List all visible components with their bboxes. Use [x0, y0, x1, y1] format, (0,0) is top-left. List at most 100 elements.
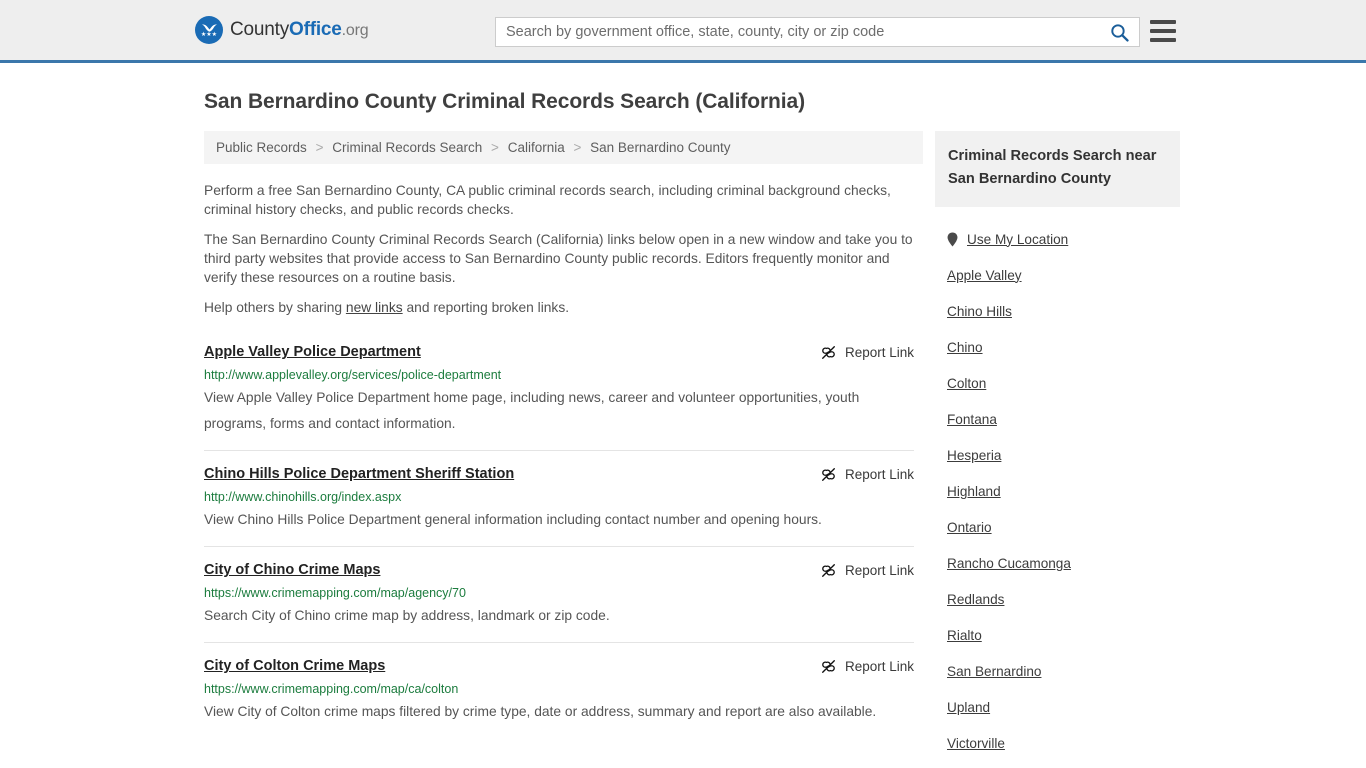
sidebar-item-label: Upland: [947, 699, 991, 715]
page-title: San Bernardino County Criminal Records S…: [204, 90, 805, 113]
listing-description: View Apple Valley Police Department home…: [204, 390, 860, 431]
sidebar-item-city[interactable]: Fontana: [947, 401, 1180, 437]
sidebar-item-label: Redlands: [947, 591, 1005, 607]
broken-link-icon: [821, 660, 835, 673]
sidebar-link-list: Use My Location Apple Valley Chino Hills…: [935, 221, 1180, 761]
broken-link-icon: [821, 468, 835, 481]
sidebar-item-label: Fontana: [947, 411, 997, 427]
sidebar-item-label: Rialto: [947, 627, 982, 643]
listing-title-link[interactable]: Chino Hills Police Department Sheriff St…: [204, 465, 514, 483]
listing-url: https://www.crimemapping.com/map/ca/colt…: [204, 682, 459, 696]
report-link-button[interactable]: Report Link: [820, 465, 914, 483]
map-pin-icon: [947, 232, 958, 246]
listing-header: Apple Valley Police Department Report Li…: [204, 343, 914, 361]
sidebar: Criminal Records Search near San Bernard…: [935, 131, 1180, 761]
site-logo-text: CountyOffice.org: [230, 19, 369, 41]
listing-item: Apple Valley Police Department Report Li…: [204, 329, 914, 450]
breadcrumb: Public Records > Criminal Records Search…: [204, 131, 923, 164]
sidebar-item-city[interactable]: Chino Hills: [947, 293, 1180, 329]
eagle-seal-icon: ★★★: [195, 16, 223, 44]
report-link-label: Report Link: [844, 563, 914, 578]
breadcrumb-separator: >: [573, 140, 582, 155]
report-link-label: Report Link: [844, 659, 914, 674]
hamburger-bar-1: [1150, 20, 1176, 24]
listing-description: View City of Colton crime maps filtered …: [204, 704, 877, 719]
breadcrumb-item-0[interactable]: Public Records: [216, 140, 307, 155]
sidebar-item-city[interactable]: Colton: [947, 365, 1180, 401]
broken-link-icon: [821, 346, 835, 359]
page-body: San Bernardino County Criminal Records S…: [0, 90, 1366, 761]
sidebar-item-label: Ontario: [947, 519, 992, 535]
search-bar: [495, 17, 1140, 47]
sidebar-item-label: Rancho Cucamonga: [947, 555, 1071, 571]
brand-part-org: .org: [341, 22, 369, 39]
sidebar-item-city[interactable]: Chino: [947, 329, 1180, 365]
search-button[interactable]: [1099, 18, 1139, 46]
listing-description: Search City of Chino crime map by addres…: [204, 608, 610, 623]
listing-title-link[interactable]: City of Chino Crime Maps: [204, 561, 380, 579]
sidebar-item-city[interactable]: Victorville: [947, 725, 1180, 761]
sidebar-item-label: Chino Hills: [947, 303, 1012, 319]
listing-header: City of Chino Crime Maps Report Link: [204, 561, 914, 579]
new-links-link[interactable]: new links: [346, 300, 403, 315]
sidebar-item-city[interactable]: Ontario: [947, 509, 1180, 545]
sidebar-item-label: Hesperia: [947, 447, 1002, 463]
breadcrumb-item-2[interactable]: California: [508, 140, 565, 155]
sidebar-item-city[interactable]: Upland: [947, 689, 1180, 725]
brand-part-office: Office: [289, 19, 342, 40]
report-link-button[interactable]: Report Link: [820, 657, 914, 675]
sidebar-item-city[interactable]: Highland: [947, 473, 1180, 509]
broken-link-icon: [821, 564, 835, 577]
search-icon: [1110, 23, 1129, 42]
listing-item: Chino Hills Police Department Sheriff St…: [204, 450, 914, 546]
sidebar-item-city[interactable]: Rancho Cucamonga: [947, 545, 1180, 581]
stars-icon: ★★★: [200, 31, 218, 38]
main-column: Public Records > Criminal Records Search…: [195, 131, 923, 761]
report-link-button[interactable]: Report Link: [820, 561, 914, 579]
sidebar-item-label: Chino: [947, 339, 983, 355]
intro-p3-before: Help others by sharing: [204, 300, 346, 315]
content-columns: Public Records > Criminal Records Search…: [195, 131, 1366, 761]
sidebar-item-city[interactable]: Hesperia: [947, 437, 1180, 473]
sidebar-item-label: Victorville: [947, 735, 1005, 751]
sidebar-item-label: Use My Location: [967, 231, 1069, 247]
hamburger-menu-icon[interactable]: [1150, 20, 1176, 42]
intro-paragraph-2: The San Bernardino County Criminal Recor…: [204, 232, 913, 285]
sidebar-item-use-my-location[interactable]: Use My Location: [947, 221, 1180, 257]
report-link-button[interactable]: Report Link: [820, 343, 914, 361]
listing-header: Chino Hills Police Department Sheriff St…: [204, 465, 914, 483]
sidebar-item-label: Colton: [947, 375, 987, 391]
listing-item: City of Colton Crime Maps Report Link ht…: [204, 642, 914, 738]
listing-url: https://www.crimemapping.com/map/agency/…: [204, 586, 466, 600]
hamburger-bar-2: [1150, 29, 1176, 33]
listing-url: http://www.chinohills.org/index.aspx: [204, 490, 402, 504]
sidebar-item-city[interactable]: Apple Valley: [947, 257, 1180, 293]
site-logo[interactable]: ★★★ CountyOffice.org: [195, 16, 369, 44]
listing-url: http://www.applevalley.org/services/poli…: [204, 368, 502, 382]
breadcrumb-separator: >: [315, 140, 324, 155]
report-link-label: Report Link: [844, 467, 914, 482]
intro-p3-after: and reporting broken links.: [402, 300, 570, 315]
listing-item: City of Chino Crime Maps Report Link htt…: [204, 546, 914, 642]
hamburger-bar-3: [1150, 38, 1176, 42]
listing-title-link[interactable]: Apple Valley Police Department: [204, 343, 421, 361]
sidebar-heading: Criminal Records Search near San Bernard…: [935, 131, 1180, 207]
breadcrumb-item-1[interactable]: Criminal Records Search: [332, 140, 482, 155]
search-input[interactable]: [496, 18, 1099, 46]
intro-paragraph-1: Perform a free San Bernardino County, CA…: [204, 183, 891, 217]
brand-part-county: County: [230, 19, 290, 40]
breadcrumb-separator: >: [491, 140, 499, 155]
intro-text: Perform a free San Bernardino County, CA…: [204, 164, 914, 317]
report-link-label: Report Link: [844, 345, 914, 360]
listing-title-link[interactable]: City of Colton Crime Maps: [204, 657, 385, 675]
listing-list: Apple Valley Police Department Report Li…: [204, 329, 914, 738]
sidebar-item-label: San Bernardino: [947, 663, 1042, 679]
sidebar-item-city[interactable]: Redlands: [947, 581, 1180, 617]
sidebar-item-label: Highland: [947, 483, 1001, 499]
listing-description: View Chino Hills Police Department gener…: [204, 512, 822, 527]
sidebar-item-city[interactable]: San Bernardino: [947, 653, 1180, 689]
listing-header: City of Colton Crime Maps Report Link: [204, 657, 914, 675]
breadcrumb-item-3[interactable]: San Bernardino County: [590, 140, 730, 155]
sidebar-item-city[interactable]: Rialto: [947, 617, 1180, 653]
intro-paragraph-3: Help others by sharing new links and rep…: [204, 298, 914, 317]
